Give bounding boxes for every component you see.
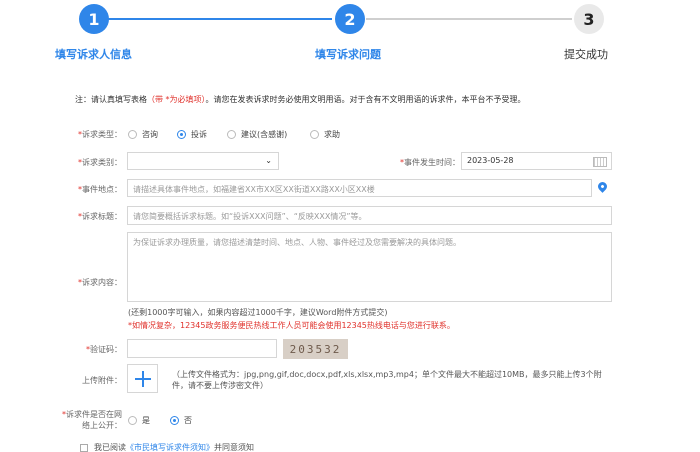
notice-required: （带 *为必填项） xyxy=(147,95,206,104)
radio-consult[interactable]: 咨询 xyxy=(128,129,158,140)
step-1-circle: 1 xyxy=(79,4,109,34)
attachment-label: 上传附件： xyxy=(82,376,122,385)
title-label: *诉求标题： xyxy=(78,212,122,221)
notice-suffix: 。请您在发表诉求时务必使用文明用语。对于含有不文明用语的诉求件，本平台不予受理。 xyxy=(205,95,526,104)
upload-note: （上传文件格式为：jpg,png,gif,doc,docx,pdf,xls,xl… xyxy=(172,370,602,390)
chevron-down-icon: ⌄ xyxy=(265,156,272,165)
type-label: *诉求类型： xyxy=(78,130,122,139)
step-connector-done xyxy=(108,18,332,20)
step-3-circle: 3 xyxy=(574,4,604,34)
radio-suggestion[interactable]: 建议(含感谢) xyxy=(227,129,287,140)
event-time-input[interactable]: 2023-05-28 xyxy=(461,152,612,170)
content-placeholder: 为保证诉求办理质量，请您描述清楚时间、地点、人物、事件经过及您需要解决的具体问题… xyxy=(133,238,461,247)
agree-row[interactable]: 我已阅读 《市民填写诉求件须知》 并同意须知 xyxy=(80,442,254,452)
agree-prefix: 我已阅读 xyxy=(94,443,126,452)
notice-prefix: 注：请认真填写表格 xyxy=(75,95,147,104)
title-placeholder: 请您简要概括诉求标题。如“投诉XXX问题”、“反映XXX情况”等。 xyxy=(133,212,367,221)
step-2-circle: 2 xyxy=(335,4,365,34)
location-placeholder: 请描述具体事件地点，如福建省XX市XX区XX街道XX路XX小区XX楼 xyxy=(133,185,375,194)
radio-complaint[interactable]: 投诉 xyxy=(177,129,207,140)
event-time-value: 2023-05-28 xyxy=(467,156,514,165)
location-label: *事件地点： xyxy=(78,185,122,194)
step-3-label: 提交成功 xyxy=(564,48,608,61)
location-input[interactable]: 请描述具体事件地点，如福建省XX市XX区XX街道XX路XX小区XX楼 xyxy=(127,179,592,197)
calendar-icon[interactable] xyxy=(593,157,607,167)
content-hint: (还剩1000字可输入，如果内容超过1000千字，建议Word附件方式提交) xyxy=(128,308,388,317)
contact-warning: *如情况复杂，12345政务服务便民热线工作人员可能会使用12345热线电话与您… xyxy=(128,321,455,330)
category-select[interactable]: ⌄ xyxy=(127,152,279,170)
radio-help[interactable]: 求助 xyxy=(310,129,340,140)
captcha-input[interactable] xyxy=(127,339,277,358)
content-label: *诉求内容： xyxy=(78,278,122,287)
captcha-label: *验证码： xyxy=(86,345,122,354)
radio-public-yes[interactable]: 是 xyxy=(128,415,150,426)
location-pin-icon[interactable] xyxy=(596,180,609,193)
agree-suffix: 并同意须知 xyxy=(214,443,254,452)
progress-steps: 1 2 3 填写诉求人信息 填写诉求问题 提交成功 xyxy=(0,0,700,66)
title-input[interactable]: 请您简要概括诉求标题。如“投诉XXX问题”、“反映XXX情况”等。 xyxy=(127,206,612,225)
radio-public-no[interactable]: 否 xyxy=(170,415,192,426)
step-1-label: 填写诉求人信息 xyxy=(55,48,132,61)
agree-checkbox[interactable] xyxy=(80,443,88,452)
form-notice: 注：请认真填写表格（带 *为必填项）。请您在发表诉求时务必使用文明用语。对于含有… xyxy=(75,94,526,105)
content-textarea[interactable]: 为保证诉求办理质量，请您描述清楚时间、地点、人物、事件经过及您需要解决的具体问题… xyxy=(127,232,612,302)
category-label: *诉求类别： xyxy=(78,158,122,167)
agree-link[interactable]: 《市民填写诉求件须知》 xyxy=(126,442,214,452)
public-label: *诉求件是否在网 络上公开： xyxy=(62,410,122,430)
captcha-image[interactable]: 203532 xyxy=(283,339,348,359)
step-2-label: 填写诉求问题 xyxy=(315,48,381,61)
step-connector-pending xyxy=(366,18,572,20)
plus-icon[interactable] xyxy=(127,364,158,393)
event-time-label: *事件发生时间： xyxy=(400,158,460,167)
